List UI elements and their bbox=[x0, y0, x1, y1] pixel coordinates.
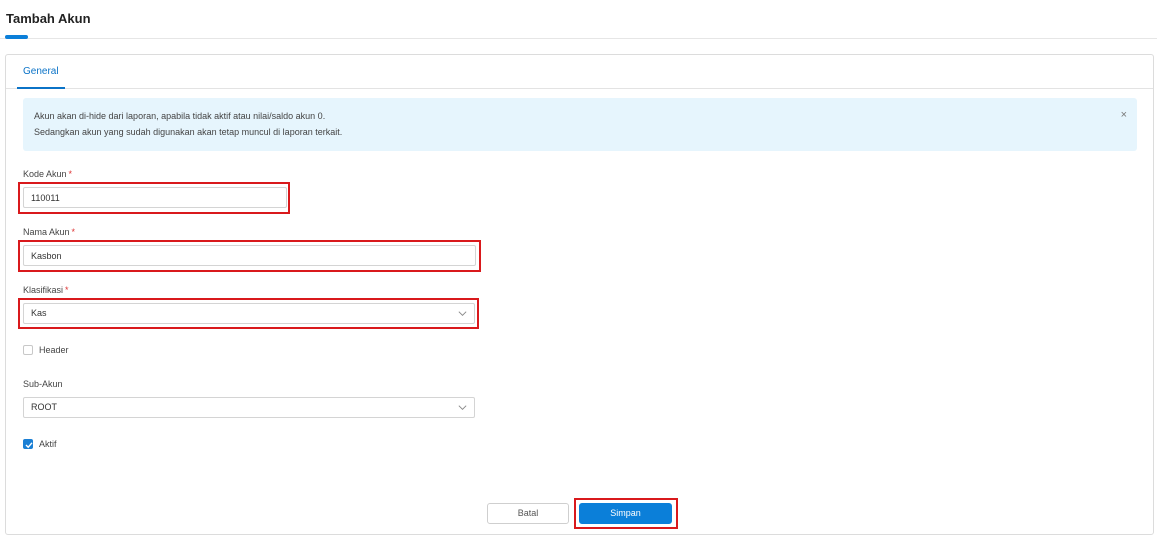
nama-akun-label-text: Nama Akun bbox=[23, 227, 70, 237]
sub-akun-label: Sub-Akun bbox=[23, 379, 63, 389]
close-icon[interactable]: × bbox=[1121, 109, 1127, 121]
klasifikasi-label-text: Klasifikasi bbox=[23, 285, 64, 295]
alert-text-line-1: Akun akan di-hide dari laporan, apabila … bbox=[34, 111, 326, 121]
tab-bar: General bbox=[6, 55, 1153, 89]
sub-akun-select[interactable]: ROOT bbox=[23, 397, 475, 418]
highlight-box-kode-akun bbox=[18, 182, 290, 214]
sub-akun-selected-value: ROOT bbox=[31, 402, 57, 412]
nama-akun-label: Nama Akun * bbox=[23, 227, 75, 237]
alert-text-line-2: Sedangkan akun yang sudah digunakan akan… bbox=[34, 127, 343, 137]
required-mark: * bbox=[65, 285, 69, 295]
cancel-button[interactable]: Batal bbox=[487, 503, 569, 524]
title-underline bbox=[5, 35, 28, 39]
kode-akun-label: Kode Akun * bbox=[23, 169, 72, 179]
tab-general[interactable]: General bbox=[17, 55, 65, 89]
page-title: Tambah Akun bbox=[6, 11, 91, 26]
highlight-box-klasifikasi bbox=[18, 298, 479, 329]
kode-akun-label-text: Kode Akun bbox=[23, 169, 67, 179]
highlight-box-nama-akun bbox=[18, 240, 481, 272]
page-header: Tambah Akun bbox=[0, 0, 1157, 39]
aktif-checkbox-label: Aktif bbox=[39, 439, 57, 449]
aktif-checkbox-row[interactable]: Aktif bbox=[23, 438, 57, 450]
header-checkbox-row[interactable]: Header bbox=[23, 344, 69, 356]
required-mark: * bbox=[68, 169, 73, 179]
header-checkbox-label: Header bbox=[39, 345, 69, 355]
header-checkbox[interactable] bbox=[23, 345, 33, 355]
required-mark: * bbox=[71, 227, 76, 237]
aktif-checkbox[interactable] bbox=[23, 439, 33, 449]
highlight-box-save bbox=[574, 498, 678, 529]
check-icon bbox=[25, 442, 33, 449]
form-card: General Akun akan di-hide dari laporan, … bbox=[5, 54, 1154, 535]
klasifikasi-label: Klasifikasi * bbox=[23, 285, 69, 295]
chevron-down-icon bbox=[458, 405, 467, 410]
info-alert: Akun akan di-hide dari laporan, apabila … bbox=[23, 98, 1137, 151]
